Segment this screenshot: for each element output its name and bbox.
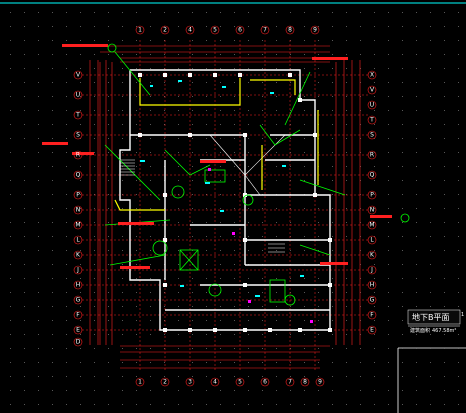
walls bbox=[119, 69, 331, 331]
axis-right-label: H bbox=[370, 282, 375, 289]
column bbox=[213, 328, 217, 332]
axis-right-label: V bbox=[370, 87, 375, 94]
axis-right-label: F bbox=[370, 312, 374, 319]
column bbox=[138, 73, 142, 77]
axis-top-label: 2 bbox=[163, 27, 167, 34]
axis-left-label: R bbox=[76, 152, 80, 159]
column bbox=[163, 328, 167, 332]
axis-right-label: S bbox=[370, 132, 374, 139]
stairs bbox=[120, 159, 285, 253]
axis-bottom-label: 1 bbox=[138, 379, 142, 386]
axis-bottom-label: 6 bbox=[263, 379, 267, 386]
axis-labels-bottom: 1 2 3 4 5 6 7 8 9 bbox=[135, 377, 325, 387]
axis-left-label: P bbox=[76, 192, 80, 199]
red-callout-labels bbox=[42, 44, 392, 269]
column bbox=[243, 328, 247, 332]
axis-right-label: J bbox=[370, 267, 373, 274]
axis-top-label: 5 bbox=[213, 27, 217, 34]
axis-left-label: Q bbox=[76, 172, 81, 179]
scale-mark: 1 bbox=[461, 312, 464, 318]
column bbox=[298, 98, 302, 102]
axis-right-label: N bbox=[370, 207, 375, 214]
axis-left-label: S bbox=[76, 132, 80, 139]
dimension-lines bbox=[82, 40, 368, 372]
area-label: 建筑面积 bbox=[410, 327, 430, 334]
column bbox=[243, 133, 247, 137]
column bbox=[328, 283, 332, 287]
column bbox=[288, 73, 292, 77]
axis-right-label: L bbox=[370, 237, 374, 244]
column bbox=[268, 328, 272, 332]
structural-columns bbox=[138, 73, 332, 332]
column bbox=[328, 238, 332, 242]
column bbox=[188, 133, 192, 137]
axis-bottom-label: 2 bbox=[163, 379, 167, 386]
axis-bottom-label: 5 bbox=[238, 379, 242, 386]
axis-left-label: V bbox=[76, 72, 81, 79]
axis-right-label: R bbox=[370, 152, 374, 159]
axis-right-label: E bbox=[370, 327, 374, 334]
column bbox=[298, 328, 302, 332]
column bbox=[238, 73, 242, 77]
column bbox=[138, 133, 142, 137]
axis-bottom-label: 9 bbox=[318, 379, 322, 386]
axis-bottom-label: 3 bbox=[188, 379, 192, 386]
axis-right-label: M bbox=[369, 222, 374, 229]
drawing-title-block: 地下B平面 1 建筑面积 467.58m² bbox=[407, 309, 464, 334]
axis-left-label: J bbox=[76, 267, 79, 274]
axis-left-label: D bbox=[76, 339, 81, 346]
axis-top-label: 7 bbox=[263, 27, 267, 34]
column bbox=[328, 328, 332, 332]
column bbox=[213, 73, 217, 77]
axis-right-label: Q bbox=[370, 172, 375, 179]
axis-top-label: 9 bbox=[313, 27, 317, 34]
axis-top-label: 1 bbox=[138, 27, 142, 34]
axis-bottom-label: 7 bbox=[288, 379, 292, 386]
axis-right-label: X bbox=[370, 72, 374, 79]
cad-drawing-canvas[interactable]: 12456789 123456789 VUTSRQPNMLKJHGFED XVU… bbox=[0, 0, 466, 413]
column bbox=[163, 283, 167, 287]
column bbox=[163, 193, 167, 197]
axis-top-label: 4 bbox=[188, 27, 192, 34]
axis-right-label: U bbox=[370, 102, 374, 109]
yellow-wall-finish bbox=[114, 78, 319, 211]
column bbox=[243, 283, 247, 287]
axis-bottom-label: 4 bbox=[213, 379, 217, 386]
axis-left-label: L bbox=[76, 237, 80, 244]
column bbox=[188, 73, 192, 77]
axis-left-label: K bbox=[76, 252, 81, 259]
axis-left-label: M bbox=[75, 222, 80, 229]
drawing-frame bbox=[0, 2, 466, 413]
column bbox=[313, 133, 317, 137]
column bbox=[243, 238, 247, 242]
axis-labels-top: 1 2 4 5 6 7 8 9 bbox=[135, 25, 320, 35]
axis-left-label: N bbox=[76, 207, 81, 214]
axis-right-label: T bbox=[369, 117, 374, 124]
axis-left-label: G bbox=[76, 297, 81, 304]
area-value: 467.58m² bbox=[432, 328, 456, 334]
axis-top-label: 8 bbox=[288, 27, 292, 34]
column bbox=[188, 328, 192, 332]
axis-top-label: 6 bbox=[238, 27, 242, 34]
axis-bottom-label: 8 bbox=[303, 379, 307, 386]
drawing-title: 地下B平面 bbox=[412, 312, 450, 322]
axis-left-label: T bbox=[75, 112, 80, 119]
axis-left-label: E bbox=[76, 327, 80, 334]
column bbox=[163, 238, 167, 242]
axis-left-label: H bbox=[76, 282, 81, 289]
axis-left-label: U bbox=[76, 92, 80, 99]
floor-plan-drawing: 12456789 123456789 VUTSRQPNMLKJHGFED XVU… bbox=[0, 2, 466, 413]
axis-right-label: K bbox=[370, 252, 375, 259]
axis-left-label: F bbox=[76, 312, 80, 319]
column bbox=[163, 73, 167, 77]
column bbox=[313, 193, 317, 197]
axis-right-label: P bbox=[370, 192, 374, 199]
axis-right-label: G bbox=[370, 297, 375, 304]
